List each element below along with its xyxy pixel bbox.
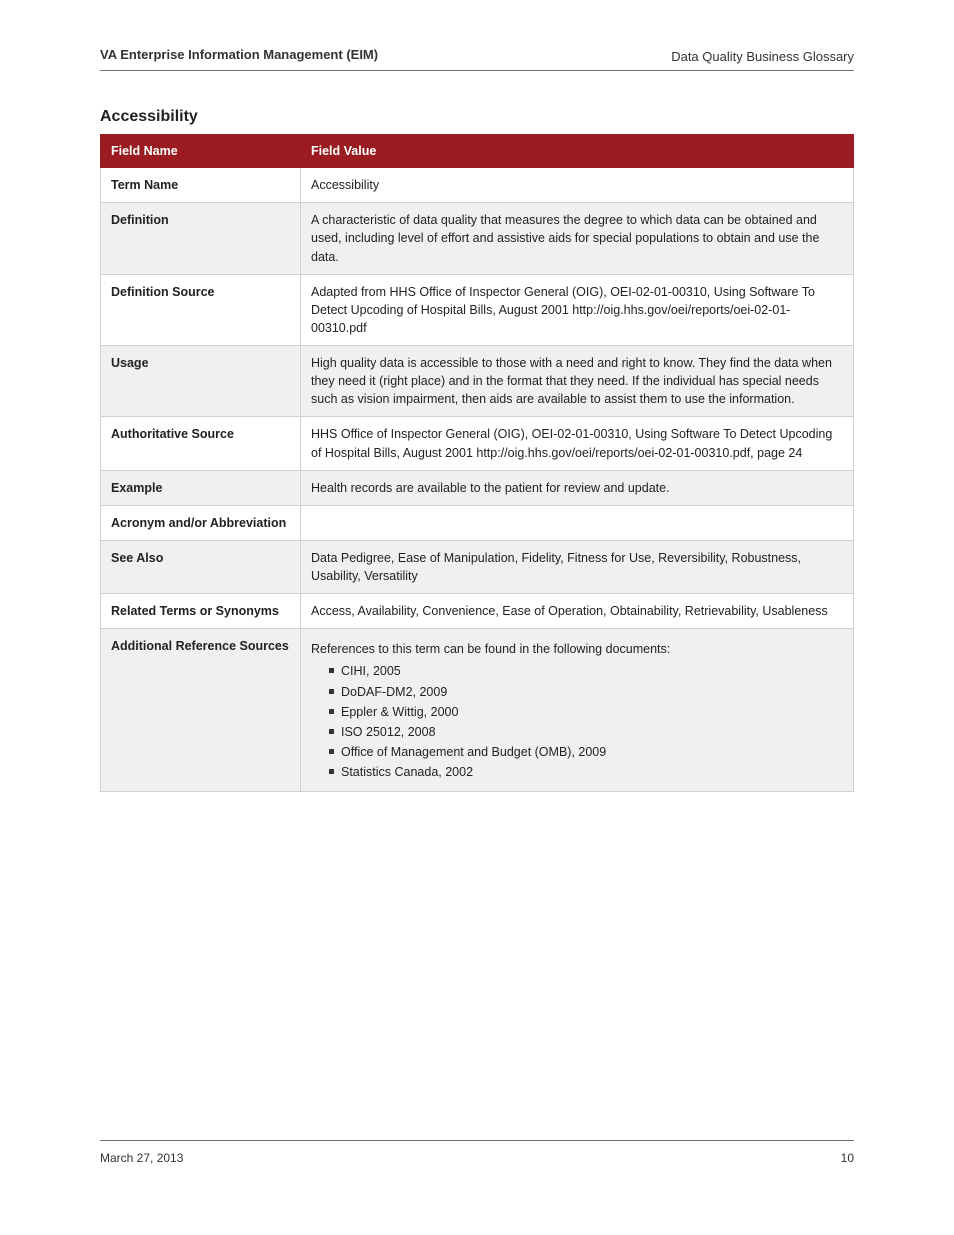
field-value-cell: Data Pedigree, Ease of Manipulation, Fid… <box>301 540 854 593</box>
footer-rule <box>100 1140 854 1141</box>
footer-page-number: 10 <box>841 1151 854 1165</box>
table-header-row: Field Name Field Value <box>101 135 854 168</box>
glossary-table: Field Name Field Value Term NameAccessib… <box>100 134 854 792</box>
table-row: Acronym and/or Abbreviation <box>101 505 854 540</box>
field-name-cell: Authoritative Source <box>101 417 301 470</box>
table-row: Related Terms or SynonymsAccess, Availab… <box>101 594 854 629</box>
field-value-cell: References to this term can be found in … <box>301 629 854 792</box>
field-name-cell: See Also <box>101 540 301 593</box>
field-value-cell: Accessibility <box>301 168 854 203</box>
table-row: Term NameAccessibility <box>101 168 854 203</box>
page: VA Enterprise Information Management (EI… <box>0 0 954 1235</box>
col-header-field: Field Name <box>101 135 301 168</box>
field-value-cell: Adapted from HHS Office of Inspector Gen… <box>301 274 854 345</box>
field-value-cell: High quality data is accessible to those… <box>301 346 854 417</box>
field-value-cell: Access, Availability, Convenience, Ease … <box>301 594 854 629</box>
value-bullet-item: CIHI, 2005 <box>329 662 843 680</box>
field-value-cell: A characteristic of data quality that me… <box>301 203 854 274</box>
value-bullet-item: Office of Management and Budget (OMB), 2… <box>329 743 843 761</box>
field-name-cell: Definition <box>101 203 301 274</box>
field-name-cell: Additional Reference Sources <box>101 629 301 792</box>
field-value-cell <box>301 505 854 540</box>
table-body: Term NameAccessibilityDefinitionA charac… <box>101 168 854 792</box>
table-row: See AlsoData Pedigree, Ease of Manipulat… <box>101 540 854 593</box>
field-value-cell: Health records are available to the pati… <box>301 470 854 505</box>
value-bullet-list: CIHI, 2005 DoDAF-DM2, 2009 Eppler & Wittig… <box>311 662 843 781</box>
table-row: ExampleHealth records are available to t… <box>101 470 854 505</box>
footer-date: March 27, 2013 <box>100 1151 183 1165</box>
table-row: DefinitionA characteristic of data quali… <box>101 203 854 274</box>
table-row: Authoritative SourceHHS Office of Inspec… <box>101 417 854 470</box>
page-footer: March 27, 2013 10 <box>100 1151 854 1165</box>
value-bullet-item: ISO 25012, 2008 <box>329 723 843 741</box>
field-name-cell: Related Terms or Synonyms <box>101 594 301 629</box>
value-bullet-item: Statistics Canada, 2002 <box>329 763 843 781</box>
table-row: UsageHigh quality data is accessible to … <box>101 346 854 417</box>
field-name-cell: Acronym and/or Abbreviation <box>101 505 301 540</box>
col-header-value: Field Value <box>301 135 854 168</box>
page-header: VA Enterprise Information Management (EI… <box>100 46 854 71</box>
field-name-cell: Example <box>101 470 301 505</box>
field-name-cell: Term Name <box>101 168 301 203</box>
header-left: VA Enterprise Information Management (EI… <box>100 47 378 62</box>
table-row: Additional Reference Sources References t… <box>101 629 854 792</box>
field-value-cell: HHS Office of Inspector General (OIG), O… <box>301 417 854 470</box>
header-right: Data Quality Business Glossary <box>671 49 854 64</box>
table-row: Definition SourceAdapted from HHS Office… <box>101 274 854 345</box>
value-intro-text: References to this term can be found in … <box>311 640 843 658</box>
value-bullet-item: DoDAF-DM2, 2009 <box>329 683 843 701</box>
section-title: Accessibility <box>100 108 198 126</box>
glossary-table-wrap: Field Name Field Value Term NameAccessib… <box>100 134 854 792</box>
field-name-cell: Definition Source <box>101 274 301 345</box>
value-bullet-item: Eppler & Wittig, 2000 <box>329 703 843 721</box>
field-name-cell: Usage <box>101 346 301 417</box>
